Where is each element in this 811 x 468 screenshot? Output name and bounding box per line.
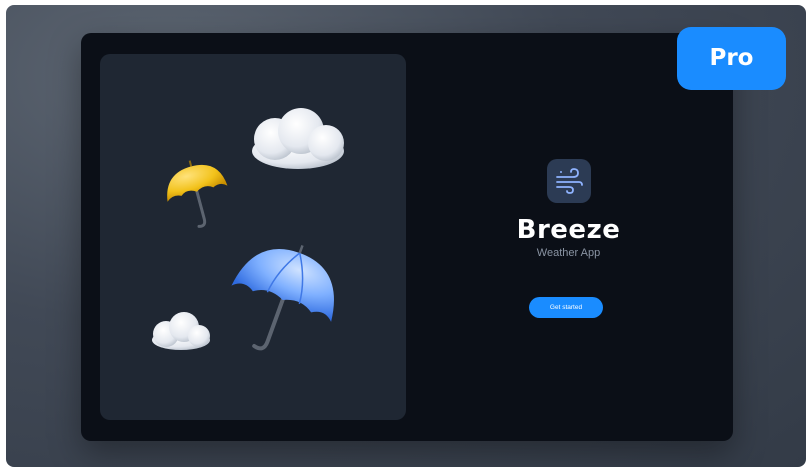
app-subtitle: Weather App — [536, 247, 601, 259]
illustration-art — [152, 108, 344, 351]
illustration-panel — [100, 54, 406, 420]
app-title: Breeze — [516, 215, 621, 245]
yellow-umbrella-icon — [167, 160, 228, 228]
wind-icon — [555, 168, 583, 194]
get-started-button[interactable]: Get started — [529, 297, 603, 318]
pro-badge: Pro — [677, 27, 786, 90]
small-cloud-icon — [152, 312, 210, 350]
app-window: Breeze Weather App Get started — [81, 33, 733, 441]
cloud-icon — [252, 108, 344, 169]
app-icon — [546, 159, 591, 203]
brand-block: Breeze Weather App — [516, 159, 621, 259]
blue-umbrella-icon — [231, 245, 334, 351]
